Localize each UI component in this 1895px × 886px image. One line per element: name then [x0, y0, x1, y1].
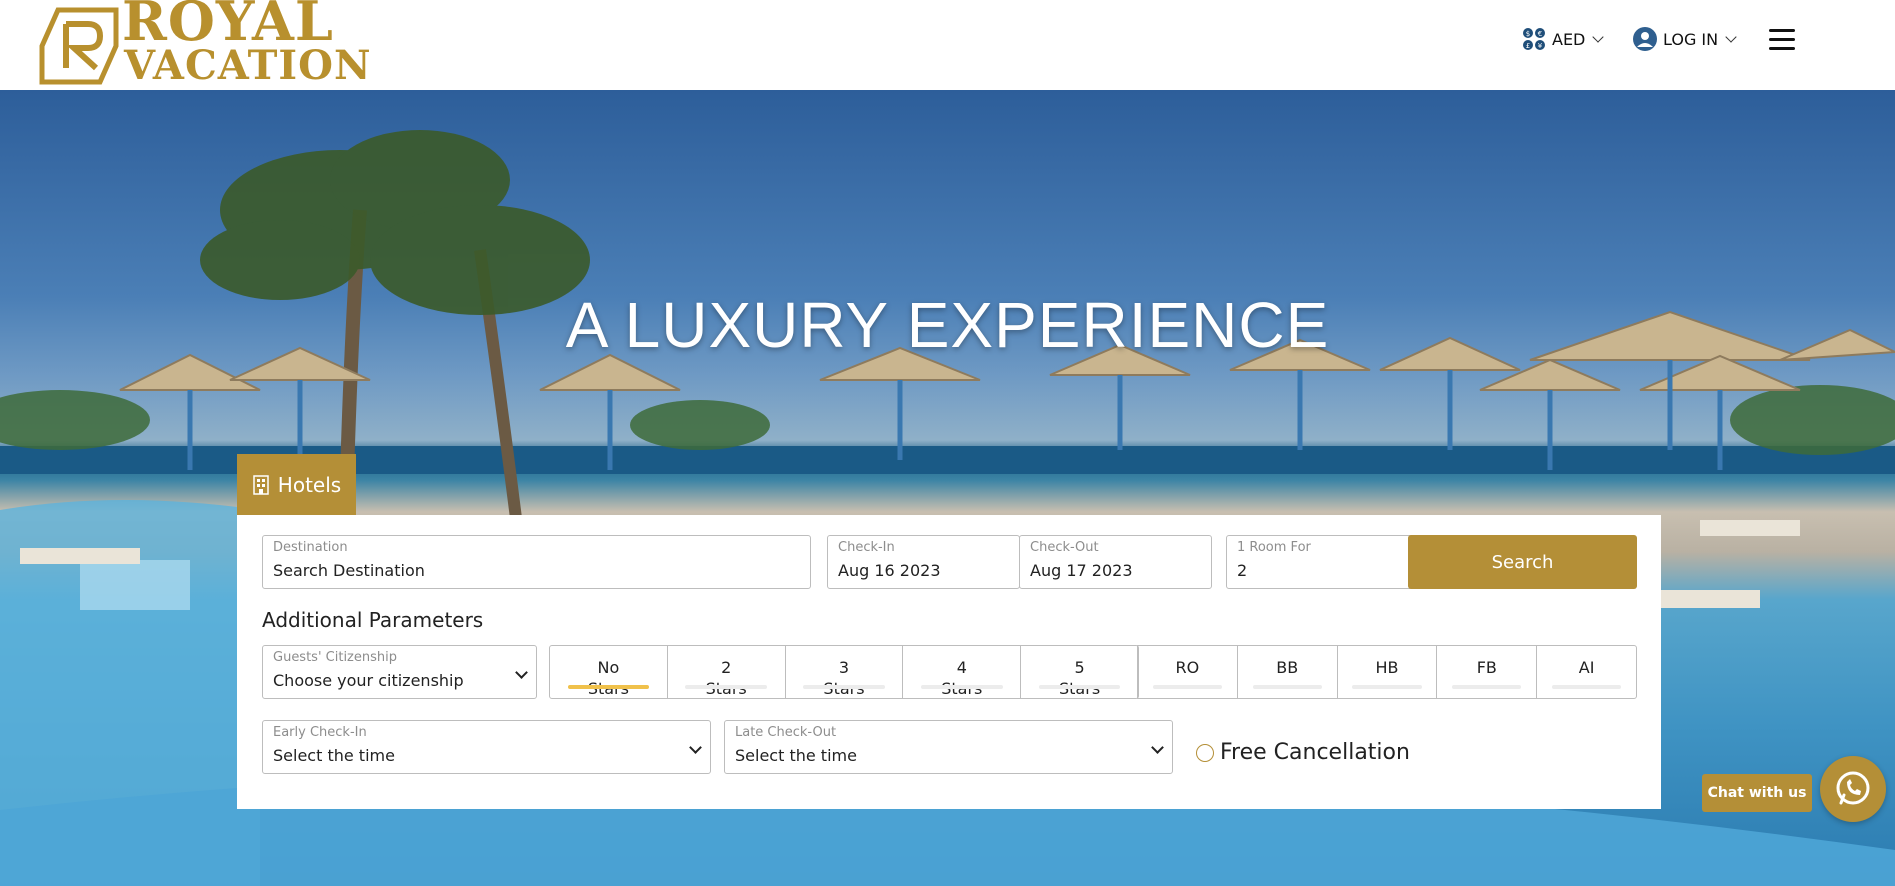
free-cancellation-label: Free Cancellation	[1220, 740, 1410, 765]
user-avatar-icon	[1633, 27, 1657, 51]
stars-option-2[interactable]: 2 Stars	[668, 646, 786, 698]
board-option-indicator	[1552, 685, 1622, 689]
chevron-down-icon	[689, 741, 702, 754]
stars-option-top: 4	[956, 658, 967, 677]
board-option-indicator	[1152, 685, 1222, 689]
currency-label: AED	[1552, 29, 1586, 49]
citizenship-select[interactable]: Guests' Citizenship Choose your citizens…	[262, 645, 537, 699]
logo-mark-icon	[39, 7, 119, 85]
stars-option-top: 2	[721, 658, 732, 677]
stars-option-none[interactable]: No Stars	[550, 646, 668, 698]
stars-option-top: 5	[1074, 658, 1085, 677]
board-option-ro[interactable]: RO	[1138, 646, 1238, 698]
svg-text:£: £	[1526, 42, 1530, 50]
early-checkin-select[interactable]: Early Check-In Select the time	[262, 720, 711, 774]
building-icon	[253, 474, 269, 495]
stars-option-indicator	[1038, 685, 1121, 689]
logo-text-royal: ROYAL	[122, 0, 334, 53]
stars-option-top: 3	[838, 658, 850, 677]
royal-vacation-logo[interactable]: ROYAL VACATION	[36, 0, 371, 88]
late-checkout-select[interactable]: Late Check-Out Select the time	[724, 720, 1173, 774]
star-rating-filter: No Stars 2 Stars 3 Stars 4 Stars 5 Stars	[549, 645, 1139, 699]
chevron-down-icon	[515, 666, 528, 679]
hero-title: A LUXURY EXPERIENCE	[565, 289, 1330, 361]
checkin-field[interactable]: Check-In Aug 16 2023	[827, 535, 1020, 589]
late-checkout-label: Late Check-Out	[735, 725, 837, 740]
destination-field[interactable]: Destination Search Destination	[262, 535, 811, 589]
stars-option-indicator	[803, 685, 885, 689]
site-header: ROYAL VACATION $ € £ ¥ AED LOG IN	[0, 0, 1895, 90]
board-option-indicator	[1252, 685, 1322, 689]
board-option-indicator	[1352, 685, 1422, 689]
hamburger-icon[interactable]	[1769, 29, 1795, 51]
stars-option-4[interactable]: 4 Stars	[903, 646, 1022, 698]
stars-option-indicator	[567, 685, 650, 689]
svg-text:$: $	[1526, 30, 1530, 38]
login-label: LOG IN	[1663, 29, 1719, 49]
early-checkin-label: Early Check-In	[273, 725, 367, 740]
free-cancellation-radio[interactable]	[1196, 743, 1214, 762]
citizenship-label: Guests' Citizenship	[273, 650, 397, 665]
board-option-indicator	[1452, 685, 1522, 689]
chevron-down-icon	[1151, 741, 1164, 754]
board-option-label: BB	[1276, 658, 1299, 677]
search-button[interactable]: Search	[1408, 535, 1637, 589]
checkout-value: Aug 17 2023	[1030, 561, 1133, 580]
rooms-label: 1 Room For	[1237, 540, 1311, 555]
stars-option-indicator	[920, 685, 1003, 689]
board-option-ai[interactable]: AI	[1537, 646, 1636, 698]
stars-option-indicator	[685, 685, 768, 689]
currency-selector[interactable]: $ € £ ¥ AED	[1522, 27, 1605, 51]
board-option-fb[interactable]: FB	[1437, 646, 1538, 698]
logo-text-vacation: VACATION	[124, 42, 372, 89]
free-cancellation-option[interactable]: Free Cancellation	[1196, 740, 1410, 765]
chat-with-us-label[interactable]: Chat with us	[1702, 774, 1812, 812]
currency-exchange-icon: $ € £ ¥	[1523, 28, 1545, 50]
late-checkout-value: Select the time	[735, 746, 857, 765]
chevron-down-icon	[1725, 31, 1737, 43]
stars-option-top: No	[597, 658, 620, 677]
board-option-label: AI	[1578, 658, 1595, 677]
additional-parameters-title: Additional Parameters	[262, 608, 484, 632]
destination-label: Destination	[273, 540, 348, 555]
stars-option-5[interactable]: 5 Stars	[1021, 646, 1138, 698]
early-checkin-value: Select the time	[273, 746, 395, 765]
destination-value: Search Destination	[273, 561, 425, 580]
board-option-label: HB	[1375, 658, 1399, 677]
board-option-bb[interactable]: BB	[1238, 646, 1338, 698]
search-panel: Destination Search Destination Check-In …	[237, 515, 1661, 809]
board-type-filter: RO BB HB FB AI	[1137, 645, 1637, 699]
tab-hotels-label: Hotels	[277, 472, 342, 497]
svg-text:¥: ¥	[1538, 42, 1543, 50]
whatsapp-chat-button[interactable]	[1820, 756, 1886, 822]
checkin-value: Aug 16 2023	[838, 561, 941, 580]
citizenship-value: Choose your citizenship	[273, 671, 464, 690]
board-option-label: FB	[1476, 658, 1497, 677]
rooms-value: 2	[1237, 561, 1248, 580]
stars-option-3[interactable]: 3 Stars	[786, 646, 904, 698]
tab-hotels[interactable]: Hotels	[237, 454, 356, 515]
checkout-field[interactable]: Check-Out Aug 17 2023	[1019, 535, 1212, 589]
checkout-label: Check-Out	[1030, 540, 1099, 555]
chevron-down-icon	[1592, 31, 1605, 43]
whatsapp-icon	[1836, 771, 1870, 805]
svg-text:€: €	[1538, 30, 1542, 38]
board-option-label: RO	[1175, 658, 1200, 677]
board-option-hb[interactable]: HB	[1338, 646, 1438, 698]
checkin-label: Check-In	[838, 540, 895, 555]
login-button[interactable]: LOG IN	[1633, 27, 1737, 51]
